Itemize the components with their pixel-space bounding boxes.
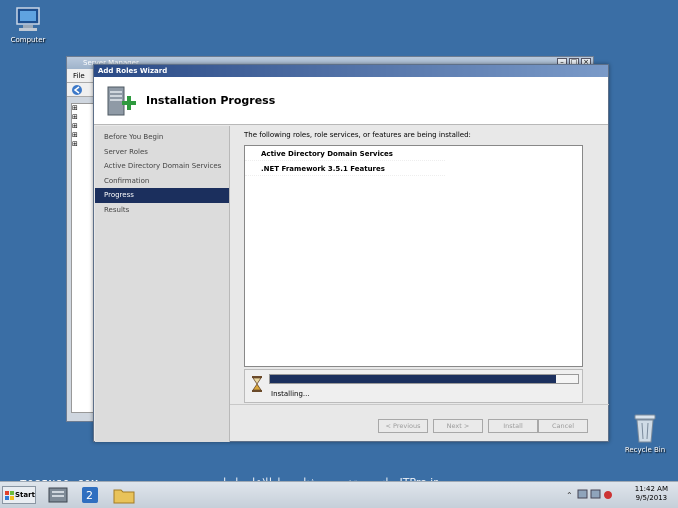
svg-text:⌃: ⌃: [566, 491, 573, 500]
tree-node[interactable]: ⊞: [72, 131, 94, 140]
start-label: Start: [15, 491, 35, 499]
list-item: Active Directory Domain Services: [245, 146, 445, 161]
progress-bar: [269, 374, 579, 384]
tree-node[interactable]: ⊞: [72, 113, 94, 122]
add-roles-wizard[interactable]: Add Roles Wizard Installation Progress B…: [93, 64, 609, 442]
menu-file[interactable]: File: [73, 72, 85, 80]
previous-button[interactable]: < Previous: [378, 419, 428, 433]
console-tree[interactable]: ⊞ ⊞ ⊞ ⊞ ⊞: [71, 103, 95, 413]
desktop-icon-label: Computer: [10, 36, 46, 44]
recycle-bin-icon: [634, 414, 656, 443]
folder-icon[interactable]: [112, 485, 136, 505]
hourglass-icon: [252, 376, 262, 392]
server-roles-icon: [107, 86, 136, 116]
powershell-icon[interactable]: 2: [78, 485, 102, 505]
list-item: .NET Framework 3.5.1 Features: [245, 161, 445, 176]
wizard-header: Installation Progress: [94, 77, 608, 125]
start-button[interactable]: Start: [2, 486, 36, 504]
wizard-content: The following roles, role services, or f…: [244, 131, 589, 403]
nav-step-results[interactable]: Results: [95, 203, 229, 218]
wizard-button-row: < Previous Next > Install Cancel: [230, 404, 609, 442]
desktop-icon-label: Recycle Bin: [624, 446, 666, 454]
tree-node[interactable]: ⊞: [72, 122, 94, 131]
status-text: Installing...: [271, 390, 310, 398]
clock-date: 9/5/2013: [635, 494, 668, 502]
server-manager-taskbar-icon[interactable]: [46, 485, 70, 505]
nav-step-confirmation[interactable]: Confirmation: [95, 174, 229, 189]
svg-text:2: 2: [86, 489, 93, 502]
progress-fill: [270, 375, 557, 383]
nav-step-before-you-begin[interactable]: Before You Begin: [95, 130, 229, 145]
tree-node[interactable]: ⊞: [72, 104, 94, 113]
windows-flag-icon: [5, 491, 14, 500]
desktop-icon-computer[interactable]: Computer: [0, 6, 56, 44]
nav-step-ad-ds[interactable]: Active Directory Domain Services: [95, 159, 229, 174]
install-list[interactable]: Active Directory Domain Services .NET Fr…: [244, 145, 583, 367]
nav-step-server-roles[interactable]: Server Roles: [95, 145, 229, 160]
install-button[interactable]: Install: [488, 419, 538, 433]
cancel-button[interactable]: Cancel: [538, 419, 588, 433]
taskbar: Start 2 ⌃ 11:42 AM 9/5/2013: [0, 481, 678, 508]
wizard-title[interactable]: Add Roles Wizard: [94, 65, 608, 77]
page-title: Installation Progress: [146, 94, 276, 107]
progress-area: Installing...: [244, 369, 583, 403]
clock-time: 11:42 AM: [634, 485, 668, 493]
nav-step-progress[interactable]: Progress: [95, 188, 229, 203]
wizard-nav: Before You Begin Server Roles Active Dir…: [95, 126, 230, 442]
desktop-icon-recycle-bin[interactable]: Recycle Bin: [617, 412, 673, 454]
intro-text: The following roles, role services, or f…: [244, 131, 471, 139]
back-arrow-icon[interactable]: [71, 84, 85, 96]
next-button[interactable]: Next >: [433, 419, 483, 433]
tree-node[interactable]: ⊞: [72, 140, 94, 149]
computer-icon: [16, 7, 40, 31]
system-tray-icons[interactable]: ⌃: [566, 487, 616, 503]
clock[interactable]: 11:42 AM 9/5/2013: [635, 485, 668, 503]
